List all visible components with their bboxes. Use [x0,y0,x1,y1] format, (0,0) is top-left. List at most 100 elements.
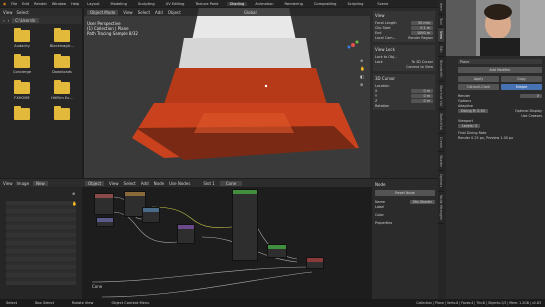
tab-sculpting[interactable]: Sculpting [135,2,158,6]
menu-add[interactable]: Add [141,181,149,186]
cursor-z-field[interactable]: 0 m [411,98,433,103]
pan-icon[interactable]: ✋ [72,201,77,206]
folder-item[interactable] [42,106,82,122]
tab-create[interactable]: Create [438,134,444,153]
tab-blenderkit[interactable]: BlenderKit [438,57,444,82]
tab-shader[interactable]: Shader [438,152,444,172]
menu-select[interactable]: Select [124,181,136,186]
tab-modeling[interactable]: Modeling [108,2,130,6]
folder-item[interactable]: FXHOME [2,80,42,100]
tab-scripting[interactable]: Scripting [344,2,366,6]
node-mapping[interactable] [96,217,114,227]
focal-length-field[interactable]: 50 mm [411,20,433,25]
properties-section[interactable]: Properties [375,221,392,225]
render-region-checkbox[interactable]: Render Region [408,36,433,40]
tab-layout[interactable]: Layout [84,2,102,6]
menu-object[interactable]: Object [168,10,181,15]
menu-view[interactable]: View [109,181,119,186]
render-levels-field[interactable]: 0 [520,93,542,98]
node-principled-bsdf[interactable] [232,189,258,261]
grid-icon[interactable]: ⊞ [360,82,366,87]
mode-dropdown[interactable]: Object Mode [87,9,119,15]
tab-texture-paint[interactable]: Texture Paint [192,2,221,6]
node-panel-title[interactable]: Node [375,182,435,187]
menu-view[interactable]: View [3,181,13,186]
scene-selector[interactable]: Scene [377,2,388,6]
zoom-icon[interactable]: ⊕ [72,191,75,196]
use-creases-checkbox[interactable]: Use Creases [521,114,542,118]
menu-view[interactable]: View [3,10,13,15]
tab-item[interactable]: Item [438,0,444,15]
tab-node-wrangler[interactable]: Node Wrangler [438,192,444,224]
cursor-y-field[interactable]: 0 m [411,93,433,98]
image-canvas[interactable] [6,201,76,285]
zoom-icon[interactable]: ⊕ [360,58,366,63]
use-nodes-checkbox[interactable]: Use Nodes [169,181,190,186]
tab-options[interactable]: Options [438,171,444,192]
folder-item[interactable] [2,106,42,122]
folder-item[interactable]: HitFilm Ex... [42,80,82,100]
copy-button[interactable]: Copy [501,76,542,82]
object-name-field[interactable]: Plane [460,60,469,64]
clip-end-field[interactable]: 1000 m [411,30,433,35]
blender-logo-icon[interactable]: ◉ [3,2,6,6]
folder-item[interactable]: Downloads [42,54,82,74]
node-texture-coordinate[interactable] [94,193,114,215]
reset-node-button[interactable]: Reset Node [375,190,435,196]
optimal-display-checkbox[interactable]: Optimal Display [515,109,542,113]
menu-select[interactable]: Select [138,10,150,15]
node-bump[interactable] [177,224,195,244]
folder-item[interactable]: Audacity [2,28,42,48]
adaptive-checkbox[interactable]: Adaptive [458,104,473,108]
catmull-clark-button[interactable]: Catmull-Clark [458,84,499,90]
simple-button[interactable]: Simple [501,84,542,90]
node-material-output[interactable] [306,257,324,269]
menu-select[interactable]: Select [17,10,29,15]
navigation-gizmo[interactable] [346,38,360,52]
menu-edit[interactable]: Edit [22,2,29,6]
tab-sketchfab[interactable]: Sketchfab [438,110,444,135]
tab-compositing[interactable]: Compositing [311,2,340,6]
tab-animation[interactable]: Animation [252,2,276,6]
cursor-x-field[interactable]: 0 m [411,88,433,93]
menu-add[interactable]: Add [155,10,163,15]
object-type-dropdown[interactable]: Object [85,180,105,186]
new-image-button[interactable]: New [33,180,48,186]
node-color-ramp[interactable] [142,207,160,223]
pan-icon[interactable]: ✋ [360,66,366,71]
node-name-field[interactable]: Mix Shader [410,199,435,204]
camera-icon[interactable]: ◧ [360,74,366,79]
slot-dropdown[interactable]: Slot 1 [203,181,214,186]
tab-uv-editing[interactable]: UV Editing [163,2,188,6]
viewport-levels-field[interactable]: Levels: 3 [458,123,480,128]
node-mix-shader[interactable] [267,244,287,258]
menu-view[interactable]: View [123,10,133,15]
tab-shortcut[interactable]: Shortcut VUr [438,82,444,111]
material-dropdown[interactable]: Cone [219,180,243,186]
menu-window[interactable]: Window [52,2,66,6]
menu-image[interactable]: Image [17,181,30,186]
path-field[interactable]: C:\Users\k [12,17,39,23]
folder-item[interactable]: Blackmagic... [42,28,82,48]
menu-render[interactable]: Render [34,2,47,6]
tab-view[interactable]: View [438,28,444,44]
color-checkbox[interactable]: Color [375,213,384,217]
to-3d-cursor-checkbox[interactable]: To 3D Cursor [411,60,433,64]
folder-item[interactable]: Concierge [2,54,42,74]
3d-viewport[interactable]: Object Mode View Select Add Object Globa… [84,8,370,178]
add-modifier-button[interactable]: Add Modifier [458,67,542,73]
clip-start-field[interactable]: 0.1 m [411,25,433,30]
tab-rendering[interactable]: Rendering [282,2,306,6]
apply-button[interactable]: Apply [458,76,499,82]
menu-file[interactable]: File [11,2,17,6]
forward-arrow-icon[interactable]: › [8,18,10,23]
shader-node-editor[interactable]: Object View Select Add Node Use Nodes Sl… [82,179,372,299]
camera-to-view-checkbox[interactable]: Camera to View [406,65,433,69]
tab-edit[interactable]: Edit [438,43,444,57]
transform-orientation[interactable]: Global [240,9,260,15]
tab-tool[interactable]: Tool [438,15,444,29]
menu-node[interactable]: Node [154,181,164,186]
tab-shading[interactable]: Shading [226,1,248,6]
dicing-rate-field[interactable]: Dicing R: 0.50 [458,108,488,113]
back-arrow-icon[interactable]: ‹ [3,18,5,23]
